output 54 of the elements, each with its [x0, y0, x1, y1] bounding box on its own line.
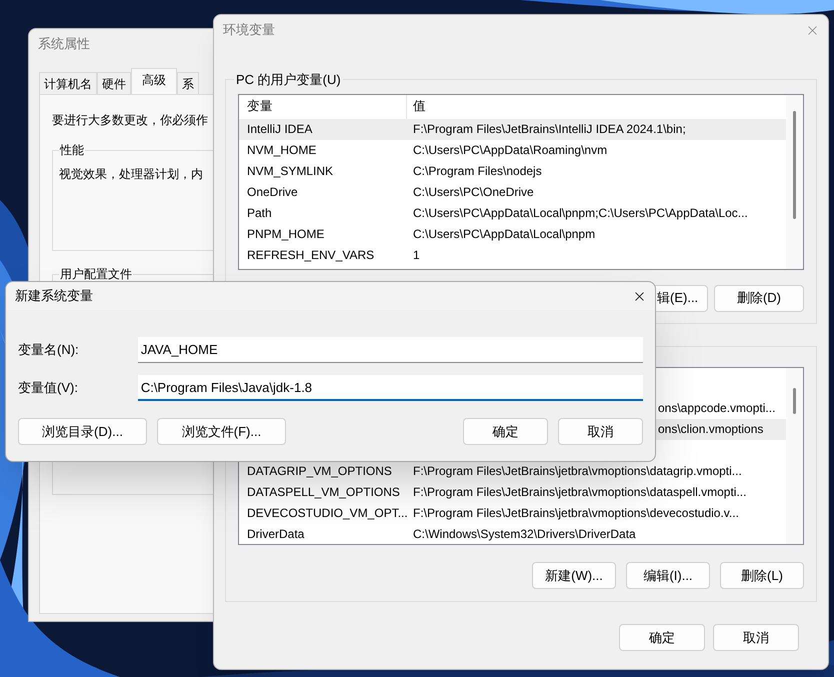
dialog-button[interactable]: 取消: [713, 624, 799, 651]
table-cell-text: ons\appcode.vmopti...: [658, 400, 776, 418]
field-label: 变量值(V):: [18, 379, 79, 398]
table-cell-text: PNPM_HOME: [246, 226, 326, 243]
table-row[interactable]: IntelliJ IDEA F:\Program Files\JetBrains\IntelliJ IDEA 2024.1\bin;: [239, 118, 786, 140]
scrollbar[interactable]: [786, 94, 803, 268]
dialog-button[interactable]: 新建(W)...: [532, 562, 616, 589]
table-cell-text: F:\Program Files\JetBrains\jetbra\vmoptions\dataspell.vmopti...: [412, 484, 746, 501]
group-label: 性能: [59, 142, 85, 159]
table-cell-text: NVM_SYMLINK: [246, 163, 334, 180]
table-cell-text: F:\Program Files\JetBrains\jetbra\vmoptions\datagrip.vmopti...: [412, 463, 742, 480]
table-cell-text: NVM_HOME: [246, 142, 318, 159]
table-cell-text: F:\Program Files\JetBrains\IntelliJ IDEA 2024.1\bin;: [412, 121, 686, 138]
tab[interactable]: 高级: [131, 68, 177, 94]
dialog-button[interactable]: 删除(L): [720, 562, 804, 589]
table-cell-text: Path: [246, 205, 273, 222]
table-cell-text: DATASPELL_VM_OPTIONS: [246, 484, 401, 501]
table-cell-text: ons\clion.vmoptions: [658, 421, 764, 438]
dialog-button[interactable]: 浏览目录(D)...: [18, 418, 147, 445]
table-cell-text: 1: [412, 247, 420, 264]
table-cell-text: C:\Users\PC\OneDrive: [412, 184, 534, 201]
column-header[interactable]: 值: [407, 94, 786, 118]
table-cell-text: C:\Users\PC\AppData\Local\pnpm;C:\Users\PC\AppData\Loc...: [412, 205, 748, 222]
dialog-button[interactable]: 取消: [558, 418, 643, 445]
window-title: 系统属性: [38, 35, 90, 54]
group-text: 视觉效果，处理器计划，内: [59, 166, 203, 183]
dialog-button[interactable]: 删除(D): [714, 284, 804, 312]
table-cell-text: REFRESH_ENV_VARS: [246, 247, 376, 264]
table-cell-text: DriverData: [246, 526, 306, 543]
table-cell-text: C:\Windows\System32\Drivers\DriverData: [412, 526, 636, 543]
dialog-button[interactable]: 确定: [619, 624, 705, 651]
table-cell-text: DEVECOSTUDIO_VM_OPT...: [246, 504, 407, 522]
dialog-button[interactable]: 确定: [463, 418, 548, 445]
field-label: 变量名(N):: [18, 341, 80, 360]
group-label: 用户配置文件: [59, 266, 133, 283]
table-cell-text: OneDrive: [246, 184, 299, 201]
tab[interactable]: 计算机名: [39, 72, 97, 94]
group-label: PC 的用户变量(U): [235, 71, 342, 89]
table-cell-text: C:\Users\PC\AppData\Roaming\nvm: [412, 142, 608, 159]
input-field[interactable]: C:\Program Files\Java\jdk-1.8: [138, 375, 643, 401]
dialog-button[interactable]: 编辑(I)...: [626, 562, 710, 589]
notice-text: 要进行大多数更改，你必须作: [52, 112, 208, 129]
dialog-button[interactable]: 浏览文件(F)...: [157, 418, 286, 445]
window-title: 环境变量: [223, 21, 275, 40]
scrollbar[interactable]: [786, 368, 803, 544]
tab[interactable]: 硬件: [97, 72, 131, 94]
tab[interactable]: 系: [177, 72, 199, 94]
dialog-title: 新建系统变量: [15, 287, 93, 306]
table-cell-text: F:\Program Files\JetBrains\jetbra\vmoptions\devecostudio.v...: [412, 504, 739, 522]
table-cell-text: C:\Program Files\nodejs: [412, 163, 542, 180]
table-cell-text: DATAGRIP_VM_OPTIONS: [246, 463, 393, 480]
input-field[interactable]: JAVA_HOME: [138, 337, 643, 363]
table-cell-text: IntelliJ IDEA: [246, 121, 314, 138]
table-cell-text: C:\Users\PC\AppData\Local\pnpm: [412, 226, 596, 243]
